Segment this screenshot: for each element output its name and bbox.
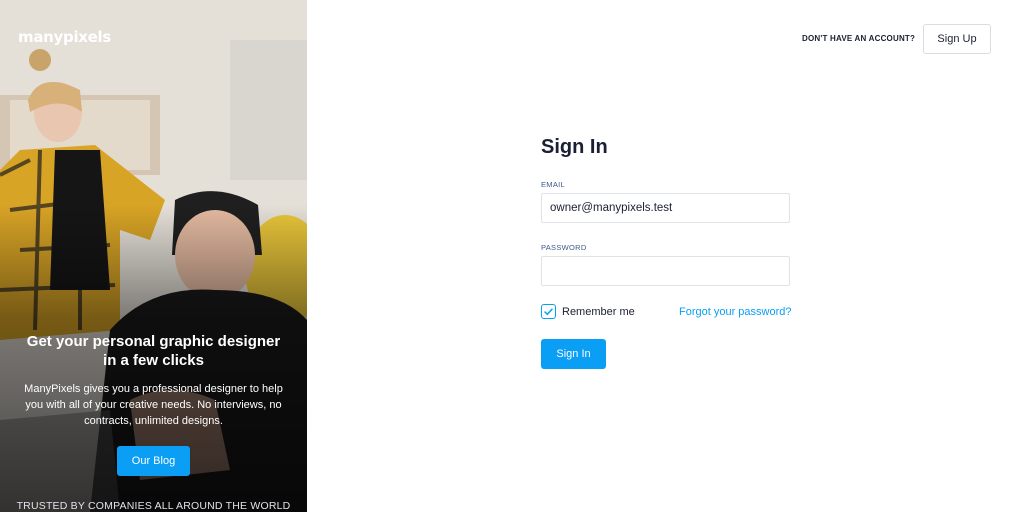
checkmark-icon [544, 307, 553, 315]
password-label: PASSWORD [541, 243, 587, 252]
checkbox-box[interactable] [541, 304, 556, 319]
sign-up-button[interactable]: Sign Up [923, 24, 991, 54]
hero-overlay [0, 0, 307, 512]
hero-title: Get your personal graphic designer in a … [26, 333, 281, 369]
sign-in-button[interactable]: Sign In [541, 339, 606, 369]
remember-me-label: Remember me [562, 305, 635, 318]
no-account-text: DON'T HAVE AN ACCOUNT? [802, 34, 916, 43]
brand-logo[interactable]: manypixels [18, 28, 111, 46]
our-blog-button[interactable]: Our Blog [117, 446, 190, 476]
email-label: EMAIL [541, 180, 566, 189]
email-field[interactable] [541, 193, 790, 223]
trusted-companies-text: TRUSTED BY COMPANIES ALL AROUND THE WORL… [16, 500, 291, 512]
remember-me-checkbox[interactable]: Remember me [541, 304, 635, 319]
password-field[interactable] [541, 256, 790, 286]
page-title: Sign In [541, 136, 608, 158]
hero-description: ManyPixels gives you a professional desi… [24, 383, 283, 427]
hero-panel: manypixels Get your personal graphic des… [0, 0, 307, 512]
forgot-password-link[interactable]: Forgot your password? [679, 306, 792, 318]
